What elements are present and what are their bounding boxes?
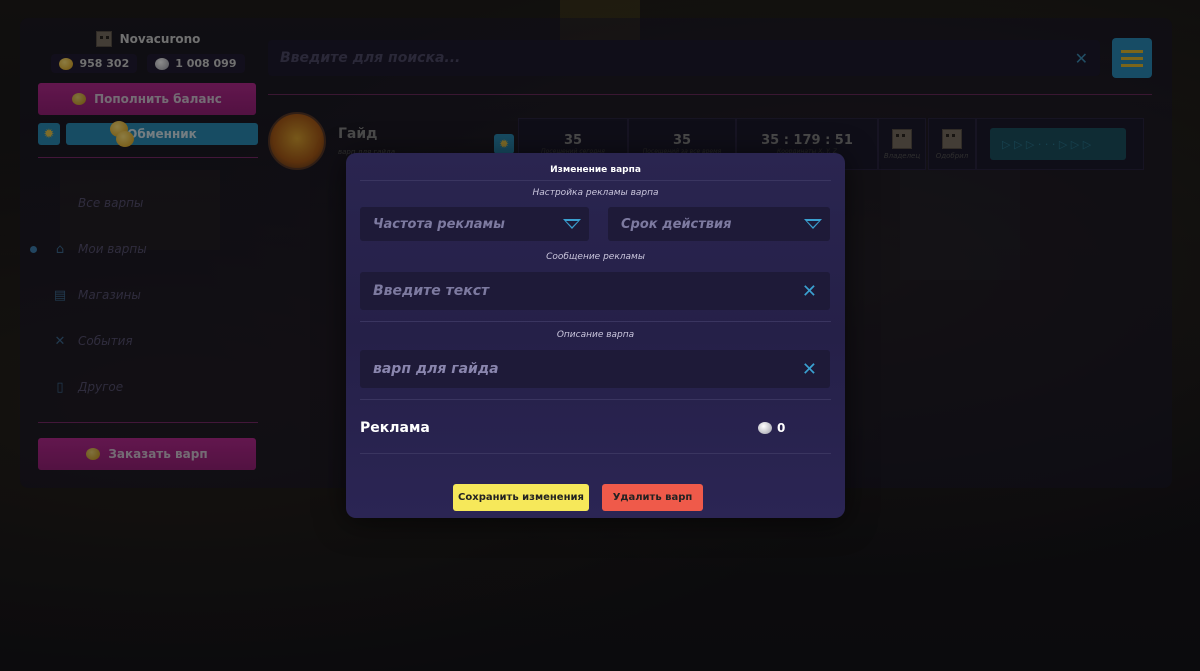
chevron-down-icon	[563, 219, 581, 229]
description-field: ✕	[360, 350, 830, 388]
edit-warp-modal: Изменение варпа Настройка рекламы варпа …	[346, 153, 845, 518]
ad-message-label: Сообщение рекламы	[546, 252, 645, 262]
ad-message-input[interactable]	[373, 283, 802, 299]
silver-coin-icon	[758, 422, 772, 434]
divider	[360, 453, 831, 454]
ad-label: Реклама	[360, 420, 430, 436]
ad-cost: 0	[758, 421, 785, 435]
ad-frequency-select[interactable]: Частота рекламы	[360, 207, 589, 241]
divider	[360, 321, 831, 322]
divider	[360, 399, 831, 400]
ad-message-field: ✕	[360, 272, 830, 310]
ad-frequency-value: Частота рекламы	[373, 216, 505, 232]
delete-warp-button[interactable]: Удалить варп	[602, 484, 703, 511]
save-button[interactable]: Сохранить изменения	[453, 484, 589, 511]
clear-icon[interactable]: ✕	[802, 359, 817, 380]
clear-icon[interactable]: ✕	[802, 281, 817, 302]
modal-title: Изменение варпа	[550, 165, 641, 175]
ad-duration-select[interactable]: Срок действия	[608, 207, 830, 241]
ad-duration-value: Срок действия	[621, 216, 732, 232]
ad-cost-value: 0	[777, 421, 786, 435]
ad-settings-label: Настройка рекламы варпа	[532, 188, 659, 198]
divider	[360, 180, 831, 181]
chevron-down-icon	[804, 219, 822, 229]
description-label: Описание варпа	[556, 330, 635, 340]
description-input[interactable]	[373, 361, 802, 377]
